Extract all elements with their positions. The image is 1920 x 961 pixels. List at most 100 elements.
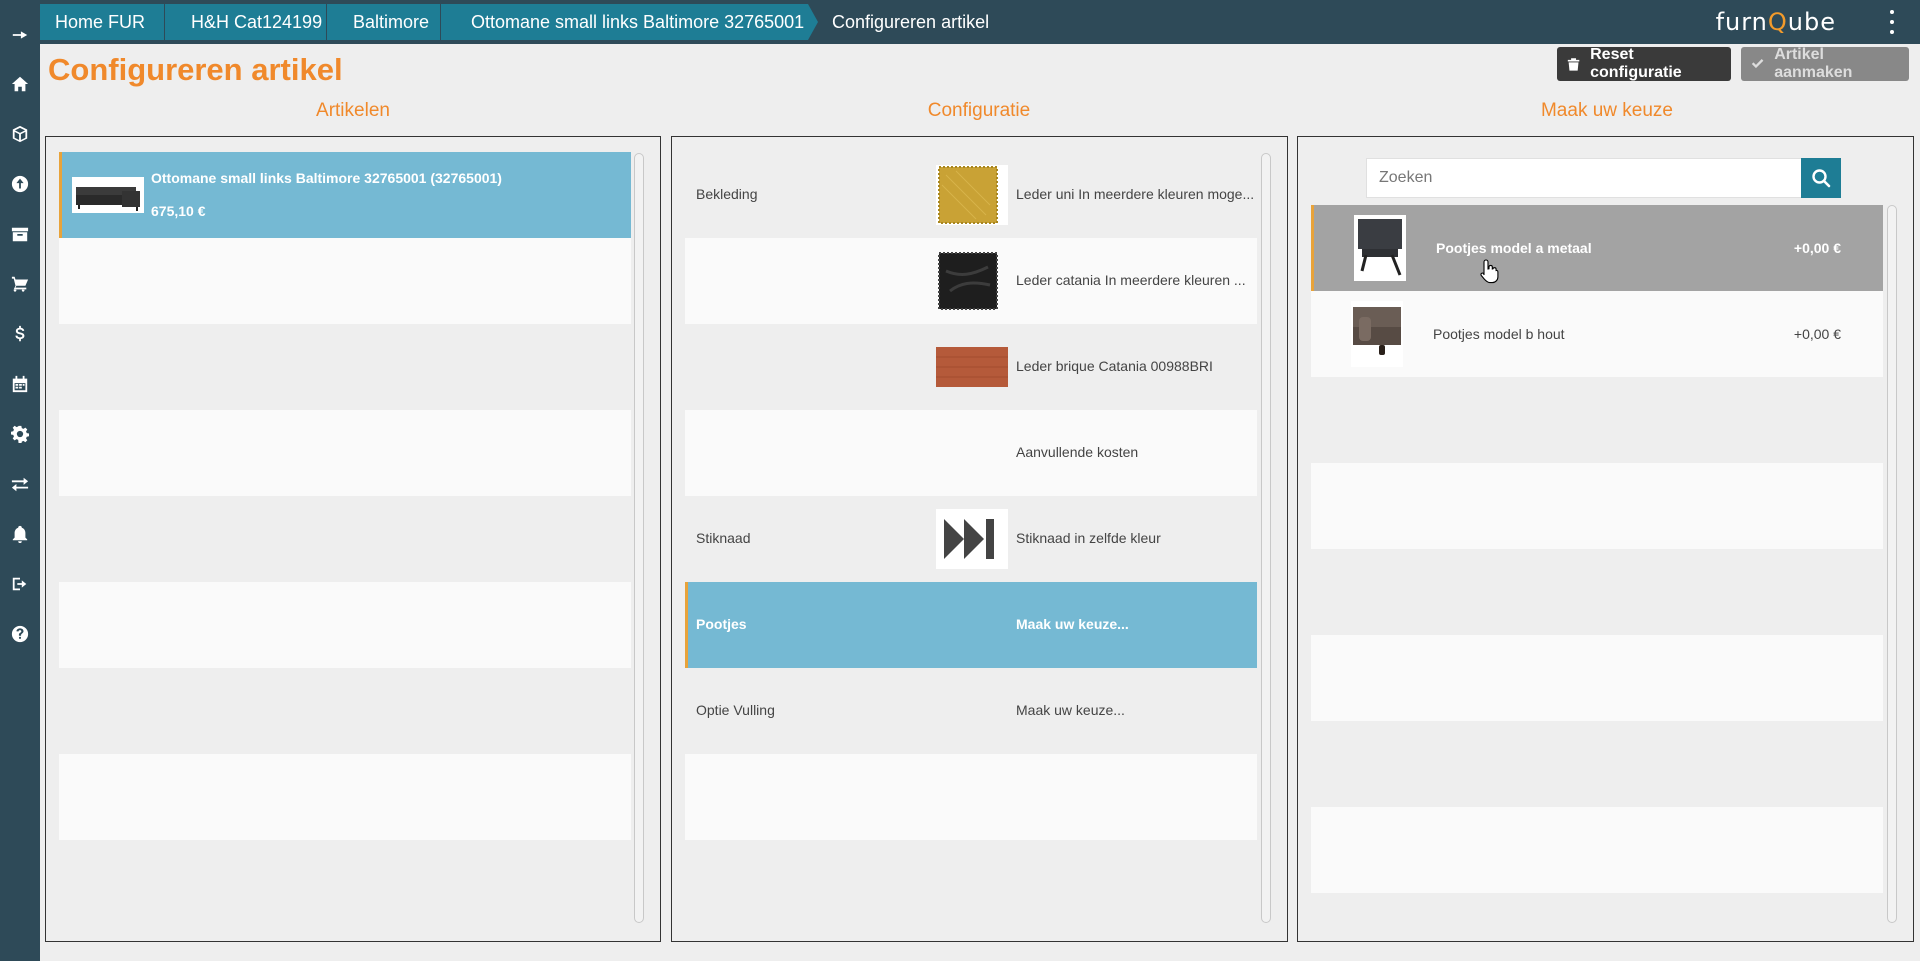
page-title: Configureren artikel [48,52,343,87]
configuration-panel: Bekleding Leder uni In meerdere kleuren … [671,136,1288,942]
calendar-icon[interactable] [0,369,40,399]
choices-panel: Pootjes model a metaal +0,00 € Pootjes m… [1297,136,1914,942]
choice-name: Pootjes model a metaal [1436,240,1592,256]
breadcrumb-article[interactable]: Ottomane small links Baltimore 32765001 [440,4,818,40]
brick-leather-swatch [936,337,1008,397]
black-leather-swatch [936,251,1008,311]
search-input[interactable] [1367,159,1802,197]
logo-text: furn [1715,8,1768,36]
article-empty-row [59,238,631,324]
cube-icon[interactable] [0,119,40,149]
search-icon [1812,169,1831,188]
article-empty-row [59,324,631,410]
article-empty-row [59,668,631,754]
config-empty-row [685,754,1257,840]
config-label: Optie Vulling [696,702,775,718]
reset-configuration-button[interactable]: Reset configuratie [1557,46,1731,81]
choice-empty-row [1311,377,1883,463]
sidebar [0,0,40,961]
choice-empty-row [1311,463,1883,549]
wood-leg-thumbnail [1351,301,1403,367]
config-value: Leder uni In meerdere kleuren moge... [1016,186,1255,202]
choices-scrollbar[interactable] [1887,205,1897,923]
config-label: Stiknaad [696,530,751,546]
config-row-optie-vulling[interactable]: Optie Vulling Maak uw keuze... [685,668,1257,754]
sofa-thumbnail [72,177,144,213]
article-price: 675,10 € [151,203,206,219]
breadcrumb-collection[interactable]: Baltimore [326,4,440,40]
choice-row[interactable]: Pootjes model a metaal +0,00 € [1311,205,1883,291]
breadcrumb-arrow [808,4,818,40]
article-empty-row [59,496,631,582]
choice-name: Pootjes model b hout [1433,326,1565,342]
breadcrumb-label: H&H Cat124199 [191,11,323,32]
configuration-heading: Configuratie [927,100,1031,121]
choice-price: +0,00 € [1793,326,1841,342]
config-label: Bekleding [696,186,758,202]
help-icon[interactable] [0,619,40,649]
breadcrumb-home[interactable]: Home FUR [40,4,164,40]
article-empty-row [59,582,631,668]
breadcrumb-label: Baltimore [353,11,430,32]
config-row-stiknaad[interactable]: Stiknaad Stiknaad in zelfde kleur [685,496,1257,582]
more-menu-icon[interactable] [1888,10,1896,34]
metal-leg-thumbnail [1354,215,1406,281]
create-article-button[interactable]: Artikel aanmaken [1741,46,1909,81]
fast-forward-icon [936,509,1008,569]
article-empty-row [59,754,631,840]
article-empty-row [59,410,631,496]
articles-panel: Ottomane small links Baltimore 32765001 … [45,136,661,942]
breadcrumb-label: Configureren artikel [832,11,990,32]
hand-cursor-icon [1480,259,1499,284]
config-row-pootjes[interactable]: Pootjes Maak uw keuze... [685,582,1257,668]
search-box [1366,158,1841,198]
top-bar: Home FUR H&H Cat124199 Baltimore Ottoman… [40,0,1920,44]
pin-icon[interactable] [0,20,40,50]
breadcrumb-catalog[interactable]: H&H Cat124199 [164,4,326,40]
choice-empty-row [1311,721,1883,807]
breadcrumb-label: Home FUR [55,11,146,32]
configuration-scrollbar[interactable] [1261,153,1271,923]
config-value: Leder catania In meerdere kleuren ... [1016,272,1246,288]
create-article-label: Artikel aanmaken [1774,46,1853,81]
breadcrumb-label: Ottomane small links Baltimore 32765001 [471,11,805,32]
config-row-bekleding[interactable]: Bekleding Leder uni In meerdere kleuren … [685,152,1257,238]
logo-highlight: Q [1767,8,1788,36]
yellow-leather-swatch [936,165,1008,225]
breadcrumb-current: Configureren artikel [808,4,989,40]
article-name: Ottomane small links Baltimore 32765001 … [151,170,502,186]
config-value: Aanvullende kosten [1016,444,1139,460]
gear-icon[interactable] [0,419,40,449]
choice-row[interactable]: Pootjes model b hout +0,00 € [1311,291,1883,377]
choice-empty-row [1311,807,1883,893]
choice-price: +0,00 € [1793,240,1841,256]
upload-icon[interactable] [0,169,40,199]
articles-scrollbar[interactable] [634,153,644,923]
articles-heading: Artikelen [316,100,390,121]
logout-icon[interactable] [0,569,40,599]
config-row-catania[interactable]: Leder catania In meerdere kleuren ... [685,238,1257,324]
cart-icon[interactable] [0,269,40,299]
search-button[interactable] [1801,158,1841,198]
breadcrumb: Home FUR H&H Cat124199 Baltimore Ottoman… [40,4,989,40]
bell-icon[interactable] [0,519,40,549]
config-row-brique[interactable]: Leder brique Catania 00988BRI [685,324,1257,410]
trash-icon [1567,58,1580,71]
reset-configuration-label: Reset configuratie [1590,46,1682,81]
home-icon[interactable] [0,69,40,99]
choice-empty-row [1311,635,1883,721]
config-value: Maak uw keuze... [1016,616,1129,632]
check-icon [1751,59,1764,69]
config-value: Leder brique Catania 00988BRI [1016,358,1213,374]
config-label: Pootjes [696,616,747,632]
dollar-icon[interactable] [0,319,40,349]
config-row-aanvullende-kosten[interactable]: Aanvullende kosten [685,410,1257,496]
choice-empty-row [1311,549,1883,635]
transfer-icon[interactable] [0,469,40,499]
logo-text-suffix: ube [1787,8,1836,36]
archive-icon[interactable] [0,219,40,249]
config-value: Stiknaad in zelfde kleur [1016,530,1161,546]
article-row[interactable]: Ottomane small links Baltimore 32765001 … [59,152,631,238]
furnqube-logo: furn Qube [1715,8,1836,36]
choices-heading: Maak uw keuze [1540,100,1673,121]
